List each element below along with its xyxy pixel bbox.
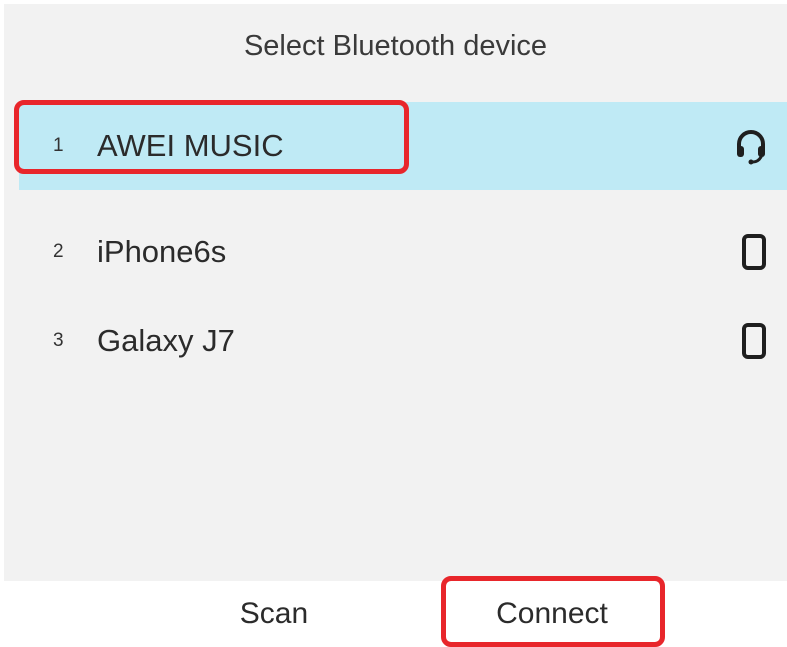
selected-device-highlight [14, 100, 409, 174]
device-index: 3 [53, 330, 64, 351]
device-index: 2 [53, 241, 64, 262]
scan-button[interactable]: Scan [154, 581, 394, 647]
device-row-galaxy-j7[interactable]: 3 Galaxy J7 [19, 297, 787, 385]
device-name: iPhone6s [97, 234, 227, 269]
softkey-bar: Scan Connect [4, 581, 787, 647]
headset-icon [734, 102, 768, 190]
device-name: Galaxy J7 [97, 323, 235, 358]
phone-icon [740, 208, 768, 296]
page-title: Select Bluetooth device [243, 30, 548, 62]
device-row-iphone6s[interactable]: 2 iPhone6s [19, 208, 787, 296]
connect-highlight [441, 576, 665, 647]
phone-icon [740, 297, 768, 385]
